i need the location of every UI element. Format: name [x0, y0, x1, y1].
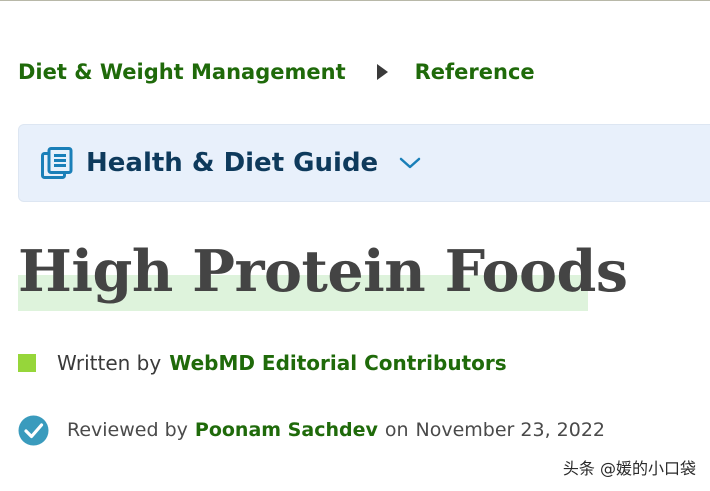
review-prefix: Reviewed by — [67, 419, 188, 441]
guide-title: Health & Diet Guide — [86, 148, 379, 178]
byline: Written by WebMD Editorial Contributors — [18, 347, 507, 379]
top-divider — [0, 0, 710, 1]
page-title: High Protein Foods — [18, 238, 628, 305]
chevron-down-icon — [398, 155, 422, 171]
author-link[interactable]: WebMD Editorial Contributors — [169, 351, 506, 375]
byline-prefix: Written by — [57, 351, 162, 375]
review-date: November 23, 2022 — [415, 419, 606, 441]
review-date-prefix: on — [384, 419, 409, 441]
watermark: 头条 @媛的小口袋 — [562, 459, 696, 478]
review-line: Reviewed by Poonam Sachdev on November 2… — [18, 413, 605, 447]
breadcrumb-link-diet-weight[interactable]: Diet & Weight Management — [18, 60, 346, 84]
guide-dropdown[interactable]: Health & Diet Guide — [18, 124, 710, 202]
checkmark-badge-icon — [18, 415, 49, 446]
breadcrumb: Diet & Weight Management Reference — [18, 56, 535, 88]
breadcrumb-link-reference[interactable]: Reference — [415, 60, 535, 84]
reviewer-link[interactable]: Poonam Sachdev — [195, 419, 378, 441]
breadcrumb-separator-icon — [376, 64, 388, 80]
byline-marker-icon — [18, 354, 36, 372]
article-icon — [41, 147, 73, 179]
